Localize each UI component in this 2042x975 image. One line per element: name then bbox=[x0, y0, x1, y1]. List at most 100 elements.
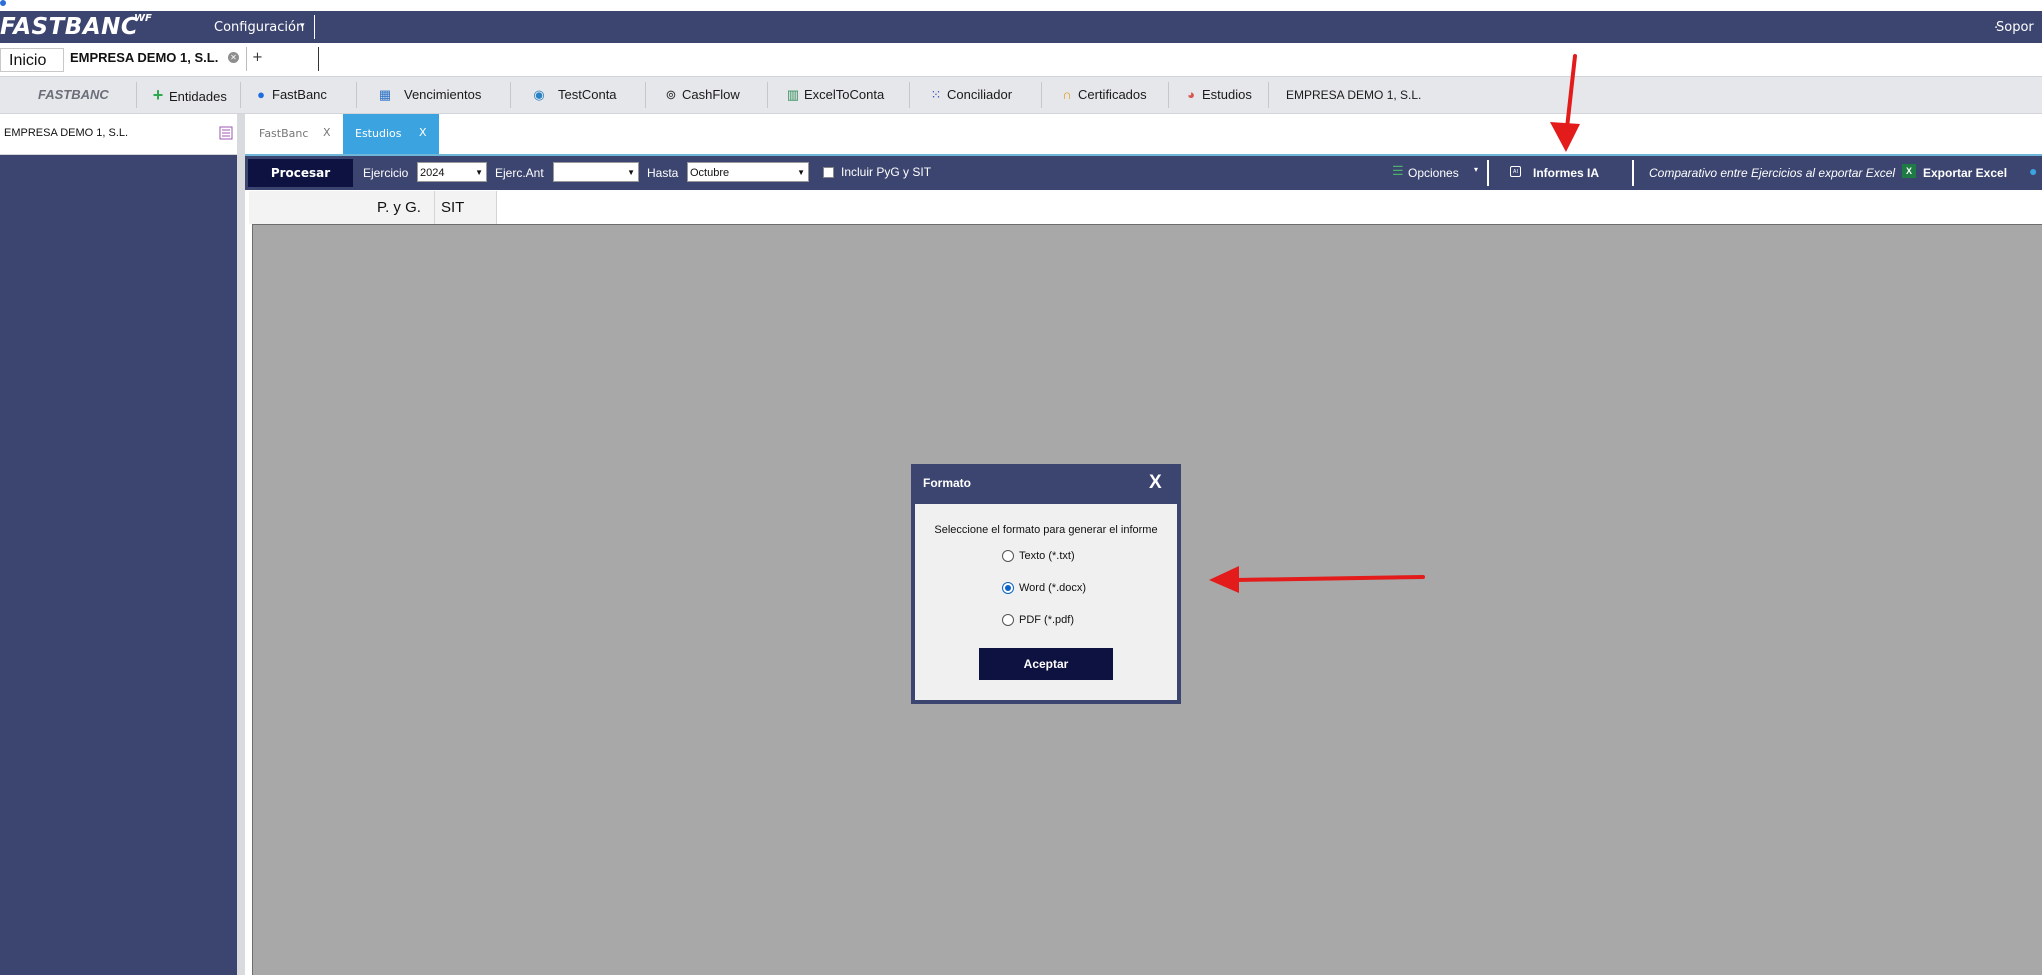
module-testconta[interactable]: ◉ TestConta bbox=[532, 77, 616, 113]
module-cashflow[interactable]: ⊚ CashFlow bbox=[664, 77, 740, 113]
menu-divider bbox=[240, 82, 241, 108]
ejercicio-label: Ejercicio bbox=[363, 166, 409, 180]
module-vencimientos[interactable]: ▦ Vencimientos bbox=[378, 77, 481, 113]
plus-icon: + bbox=[152, 85, 164, 105]
support-menu[interactable]: Sopor bbox=[1996, 20, 2034, 35]
informes-ia-button[interactable]: Informes IA bbox=[1533, 166, 1599, 180]
chevron-down-icon: ▼ bbox=[627, 168, 635, 177]
apple-icon: ● bbox=[257, 87, 265, 102]
chevron-down-icon[interactable]: ▾ bbox=[1474, 165, 1478, 174]
module-entidades[interactable]: + Entidades bbox=[151, 77, 227, 113]
sidebar-panel bbox=[0, 155, 237, 975]
ai-icon: AI bbox=[1510, 166, 1521, 177]
menu-divider bbox=[356, 82, 357, 108]
ejerc-ant-select[interactable]: ▼ bbox=[553, 162, 639, 182]
list-icon[interactable] bbox=[219, 126, 233, 140]
tab-company[interactable]: EMPRESA DEMO 1, S.L. bbox=[70, 50, 218, 65]
ejercicio-select[interactable]: 2024 ▼ bbox=[417, 162, 487, 182]
excel-icon: X bbox=[1902, 164, 1916, 178]
calendar-icon: ▦ bbox=[378, 87, 392, 102]
toolbar-divider bbox=[1487, 160, 1489, 186]
hasta-label: Hasta bbox=[647, 166, 679, 180]
brand-logo: FASTBANC bbox=[0, 14, 139, 40]
tab-estudios-close-button[interactable]: X bbox=[419, 126, 427, 139]
tab-inicio[interactable]: Inicio bbox=[0, 48, 64, 72]
header-divider bbox=[314, 15, 315, 39]
module-tabs: FastBanc X Estudios X bbox=[245, 114, 2042, 156]
sidebar-title: EMPRESA DEMO 1, S.L. bbox=[4, 127, 129, 139]
brand-suffix: WF bbox=[134, 13, 152, 24]
include-pyg-sit-checkbox[interactable] bbox=[823, 167, 834, 178]
radio-button-selected[interactable] bbox=[1002, 582, 1014, 595]
comparativo-label: Comparativo entre Ejercicios al exportar… bbox=[1649, 166, 1896, 180]
module-menu: FASTBANC + Entidades ● FastBanc ▦ Vencimien… bbox=[0, 77, 2042, 114]
chevron-down-icon: ▼ bbox=[797, 168, 805, 177]
menu-divider bbox=[1268, 82, 1269, 108]
dialog-prompt: Seleccione el formato para generar el in… bbox=[934, 524, 1158, 536]
tab-fastbanc[interactable]: FastBanc bbox=[259, 127, 308, 140]
app-status-dot-icon bbox=[0, 0, 6, 6]
module-company[interactable]: EMPRESA DEMO 1, S.L. bbox=[1286, 77, 1421, 113]
module-estudios[interactable]: ◕ Estudios bbox=[1184, 77, 1252, 113]
annotation-arrow-left bbox=[1209, 566, 1425, 593]
radio-button[interactable] bbox=[1002, 550, 1014, 563]
tab-fastbanc-close-button[interactable]: X bbox=[323, 126, 331, 139]
module-fastbanc[interactable]: ● FastBanc bbox=[254, 77, 327, 113]
module-certificados[interactable]: ∩ Certificados bbox=[1060, 77, 1146, 113]
bars-icon: ▥ bbox=[786, 87, 800, 102]
config-menu[interactable]: Configuración bbox=[214, 20, 304, 35]
process-button[interactable]: Procesar bbox=[248, 159, 353, 187]
format-dialog: Formato X Seleccione el formato para gen… bbox=[911, 464, 1181, 704]
export-excel-button[interactable]: Exportar Excel bbox=[1923, 166, 2007, 180]
toolbar-divider bbox=[1632, 160, 1634, 186]
tab-estudios-label: Estudios bbox=[355, 127, 402, 140]
grid-icon: ⁙ bbox=[930, 87, 942, 102]
splitter-handle[interactable] bbox=[237, 114, 245, 975]
add-tab-button[interactable]: + bbox=[252, 50, 263, 65]
menu-divider bbox=[1168, 82, 1169, 108]
headset-icon: ∩ bbox=[1062, 87, 1072, 102]
module-exceltoconta[interactable]: ▥ ExcelToConta bbox=[786, 77, 884, 113]
menu-divider bbox=[136, 82, 137, 108]
annotation-arrow-down bbox=[1550, 54, 1580, 152]
chart-icon: ◕ bbox=[1187, 87, 1195, 102]
tab-divider bbox=[246, 47, 247, 71]
dialog-close-button[interactable]: X bbox=[1149, 472, 1162, 494]
tab-estudios[interactable]: Estudios X bbox=[343, 114, 439, 154]
menu-divider bbox=[645, 82, 646, 108]
ejerc-ant-label: Ejerc.Ant bbox=[495, 166, 544, 180]
include-pyg-sit-label: Incluir PyG y SIT bbox=[841, 165, 932, 179]
help-icon[interactable]: ● bbox=[2029, 163, 2037, 179]
top-strip bbox=[0, 0, 2042, 11]
chevron-down-icon: ▼ bbox=[475, 168, 483, 177]
radio-button[interactable] bbox=[1002, 614, 1014, 627]
sheet-header-blank bbox=[249, 191, 310, 224]
hasta-select[interactable]: Octubre ▼ bbox=[687, 162, 809, 182]
coin-icon: ⊚ bbox=[665, 87, 677, 102]
menu-divider bbox=[909, 82, 910, 108]
tab-divider bbox=[318, 47, 319, 71]
app-header: FASTBANC WF Configuración ▾ . Sopor bbox=[0, 11, 2042, 43]
menu-divider bbox=[510, 82, 511, 108]
format-option-docx[interactable]: Word (*.docx) bbox=[1002, 582, 1086, 598]
options-icon: ☰ bbox=[1392, 163, 1404, 178]
options-menu[interactable]: Opciones bbox=[1408, 166, 1459, 180]
menu-divider bbox=[1041, 82, 1042, 108]
sheet-tab-pyg[interactable]: P. y G. bbox=[373, 191, 435, 224]
menu-divider bbox=[767, 82, 768, 108]
sheet-header: P. y G. SIT bbox=[245, 191, 2042, 225]
sheet-tab-sit[interactable]: SIT bbox=[435, 191, 497, 224]
accept-button[interactable]: Aceptar bbox=[979, 648, 1113, 680]
chevron-down-icon[interactable]: ▾ bbox=[300, 21, 305, 31]
studies-toolbar: Procesar Ejercicio 2024 ▼ Ejerc.Ant ▼ Has… bbox=[245, 156, 2042, 190]
close-icon[interactable]: ✕ bbox=[228, 52, 239, 63]
document-tabs: Inicio EMPRESA DEMO 1, S.L. ✕ + bbox=[0, 43, 2042, 77]
format-option-txt[interactable]: Texto (*.txt) bbox=[1002, 550, 1075, 566]
module-conciliador[interactable]: ⁙ Conciliador bbox=[929, 77, 1013, 113]
dialog-body: Seleccione el formato para generar el in… bbox=[915, 504, 1177, 700]
globe-icon: ◉ bbox=[533, 87, 545, 102]
format-option-pdf[interactable]: PDF (*.pdf) bbox=[1002, 614, 1074, 630]
module-fastbanc-logo[interactable]: FASTBANC bbox=[38, 77, 109, 113]
sheet-header-blank bbox=[309, 191, 374, 224]
sidebar-header: EMPRESA DEMO 1, S.L. bbox=[0, 114, 238, 155]
